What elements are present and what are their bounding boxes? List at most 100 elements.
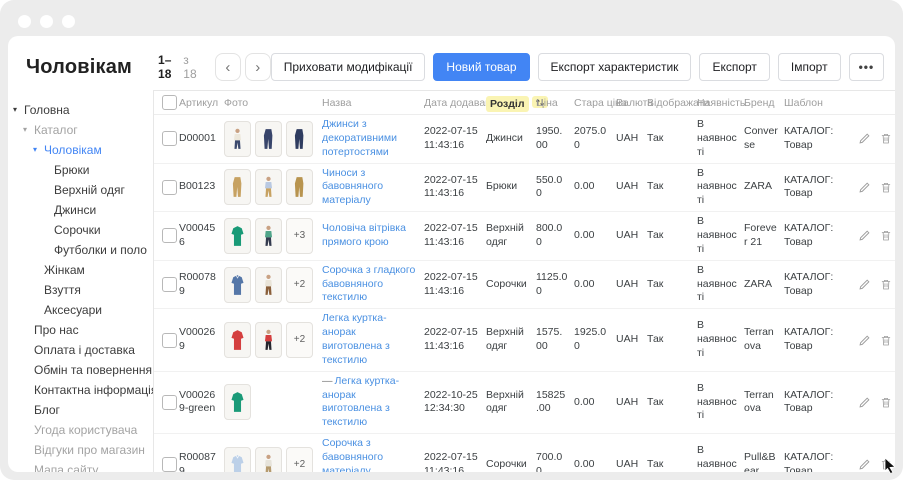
sidebar-item[interactable]: Про нас <box>8 320 153 340</box>
sidebar-item[interactable]: Оплата і доставка <box>8 340 153 360</box>
sidebar-item[interactable]: ▾Чоловікам <box>8 140 153 160</box>
row-checkbox[interactable] <box>162 228 177 243</box>
sidebar-item-label: Мапа сайту <box>34 460 98 472</box>
col-brand[interactable]: Бренд <box>744 97 784 109</box>
sku-cell: V000269 <box>179 326 224 354</box>
row-checkbox[interactable] <box>162 277 177 292</box>
product-name-link[interactable]: Чиноси з бавовняного матеріалу <box>322 167 383 207</box>
sidebar-item[interactable]: Жінкам <box>8 260 153 280</box>
col-availability[interactable]: Наявність <box>697 97 744 109</box>
col-photo[interactable]: Фото <box>224 97 322 109</box>
sorted-column-label[interactable]: Розділ <box>486 96 529 112</box>
col-display[interactable]: Відображати <box>647 97 697 109</box>
product-photo[interactable] <box>255 169 282 205</box>
row-checkbox[interactable] <box>162 333 177 348</box>
export-attributes-button[interactable]: Експорт характеристик <box>538 53 692 81</box>
photos-cell: +3 <box>224 218 322 254</box>
product-photo[interactable] <box>224 447 251 472</box>
window-dot-minimize[interactable] <box>40 15 53 28</box>
edit-pencil-icon[interactable] <box>858 334 871 347</box>
chevron-down-icon: ▾ <box>33 140 41 160</box>
delete-trash-icon[interactable] <box>880 334 892 347</box>
sidebar-item-label: Жінкам <box>44 260 85 280</box>
product-photo[interactable] <box>255 322 282 358</box>
edit-pencil-icon[interactable] <box>858 132 871 145</box>
sidebar-item-label: Взуття <box>44 280 81 300</box>
select-all-checkbox[interactable] <box>162 95 177 110</box>
edit-pencil-icon[interactable] <box>858 458 871 471</box>
sidebar-item[interactable]: ▾Каталог <box>8 120 153 140</box>
window-dot-maximize[interactable] <box>62 15 75 28</box>
sidebar-item-label: Оплата і доставка <box>34 340 135 360</box>
edit-pencil-icon[interactable] <box>858 396 871 409</box>
product-photo[interactable] <box>255 267 282 303</box>
sidebar-item[interactable]: Аксесуари <box>8 300 153 320</box>
sidebar-item[interactable]: Мапа сайту <box>8 460 153 472</box>
delete-trash-icon[interactable] <box>880 132 892 145</box>
edit-pencil-icon[interactable] <box>858 278 871 291</box>
col-price[interactable]: Ціна <box>536 97 574 109</box>
sidebar-item[interactable]: Верхній одяг <box>8 180 153 200</box>
col-sku[interactable]: Артикул <box>179 97 224 109</box>
sidebar-item[interactable]: Сорочки <box>8 220 153 240</box>
row-checkbox[interactable] <box>162 180 177 195</box>
sku-cell: R000879 <box>179 451 224 472</box>
product-photo[interactable] <box>224 384 251 420</box>
product-photo[interactable] <box>255 218 282 254</box>
row-checkbox[interactable] <box>162 395 177 410</box>
window-dot-close[interactable] <box>18 15 31 28</box>
product-name-link[interactable]: Сорочка з гладкого бавовняного текстилю <box>322 264 415 304</box>
product-name-link[interactable]: Сорочка з бавовняного матеріалу притален… <box>322 437 410 472</box>
sidebar-item[interactable]: Джинси <box>8 200 153 220</box>
delete-trash-icon[interactable] <box>880 229 892 242</box>
product-photo[interactable] <box>224 322 251 358</box>
sidebar-item[interactable]: Контактна інформація <box>8 380 153 400</box>
col-name[interactable]: Назва <box>322 97 424 109</box>
delete-trash-icon[interactable] <box>880 278 892 291</box>
sidebar-item[interactable]: Футболки и поло <box>8 240 153 260</box>
sidebar-item[interactable]: ▾Головна <box>8 100 153 120</box>
product-photo[interactable] <box>286 169 313 205</box>
product-name-link[interactable]: Чоловіча вітрівка прямого крою <box>322 222 406 248</box>
new-product-button[interactable]: Новий товар <box>433 53 529 81</box>
availability-cell: В наявності <box>697 167 744 209</box>
prev-page-button[interactable]: ‹ <box>215 53 241 81</box>
product-photo[interactable] <box>224 169 251 205</box>
product-photo[interactable] <box>255 447 282 472</box>
sidebar-item[interactable]: Блог <box>8 400 153 420</box>
col-date[interactable]: Дата додавання <box>424 97 486 109</box>
row-checkbox[interactable] <box>162 457 177 472</box>
import-button[interactable]: Імпорт <box>778 53 841 81</box>
product-photo[interactable] <box>255 121 282 157</box>
export-button[interactable]: Експорт <box>699 53 769 81</box>
more-photos-badge[interactable]: +2 <box>286 322 313 358</box>
more-photos-badge[interactable]: +2 <box>286 447 313 472</box>
sidebar-item[interactable]: Взуття <box>8 280 153 300</box>
sidebar-item[interactable]: Брюки <box>8 160 153 180</box>
delete-trash-icon[interactable] <box>880 396 892 409</box>
delete-trash-icon[interactable] <box>880 181 892 194</box>
edit-pencil-icon[interactable] <box>858 181 871 194</box>
row-checkbox[interactable] <box>162 131 177 146</box>
edit-pencil-icon[interactable] <box>858 229 871 242</box>
next-page-button[interactable]: › <box>245 53 271 81</box>
col-template[interactable]: Шаблон <box>784 97 858 109</box>
product-name-link[interactable]: Джинси з декоративними потертостями <box>322 118 397 158</box>
sidebar-item[interactable]: Угода користувача <box>8 420 153 440</box>
brand-cell: Converse <box>744 125 784 153</box>
product-photo[interactable] <box>224 267 251 303</box>
product-photo[interactable] <box>224 218 251 254</box>
more-photos-badge[interactable]: +3 <box>286 218 313 254</box>
sidebar-item[interactable]: Обмін та повернення <box>8 360 153 380</box>
sidebar-item[interactable]: Відгуки про магазин <box>8 440 153 460</box>
visible-cell: Так <box>647 278 697 292</box>
product-photo[interactable] <box>224 121 251 157</box>
product-photo[interactable] <box>286 121 313 157</box>
col-currency[interactable]: Валюта <box>616 97 647 109</box>
product-name-link[interactable]: Легка куртка-анорак виготовлена з тексти… <box>322 375 399 429</box>
product-name-link[interactable]: Легка куртка-анорак виготовлена з тексти… <box>322 312 390 366</box>
hide-modifications-button[interactable]: Приховати модифікації <box>271 53 426 81</box>
col-old-price[interactable]: Стара ціна <box>574 97 616 109</box>
more-photos-badge[interactable]: +2 <box>286 267 313 303</box>
more-actions-button[interactable]: ••• <box>849 53 885 81</box>
